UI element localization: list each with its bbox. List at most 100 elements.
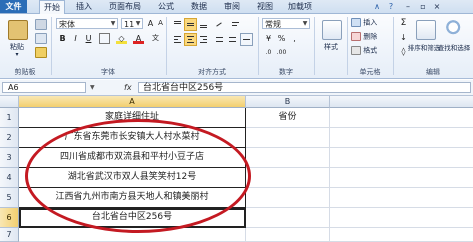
clipboard-icon: [8, 20, 28, 40]
cell-empty[interactable]: [330, 148, 473, 168]
name-box[interactable]: A6: [2, 82, 86, 93]
decrease-decimal-icon[interactable]: .00: [276, 47, 287, 58]
paste-dropdown-icon[interactable]: ▾: [4, 51, 30, 58]
cell-a4[interactable]: 湖北省武汉市双人县笑笑村12号: [19, 168, 246, 188]
increase-indent-icon[interactable]: [226, 33, 239, 46]
column-header-a[interactable]: A: [19, 96, 246, 108]
borders-icon[interactable]: [99, 33, 110, 44]
cell-a1[interactable]: 家庭详细住址: [19, 108, 246, 128]
align-middle-icon[interactable]: [184, 18, 197, 31]
chevron-down-icon: ▼: [135, 20, 141, 27]
underline-icon[interactable]: U: [83, 33, 94, 44]
chevron-down-icon: ▼: [110, 20, 116, 27]
ribbon-collapse-icon[interactable]: ∧: [372, 0, 382, 13]
row-header[interactable]: 4: [0, 168, 19, 188]
row-header[interactable]: 1: [0, 108, 19, 128]
row-header[interactable]: 5: [0, 188, 19, 208]
tab-review[interactable]: 审阅: [221, 0, 243, 13]
font-size-value: 11: [124, 20, 135, 29]
number-format-combo[interactable]: 常规 ▼: [262, 18, 310, 29]
tab-view[interactable]: 视图: [254, 0, 276, 13]
cell-b1[interactable]: 省份: [246, 108, 330, 128]
column-header-empty: [330, 96, 473, 108]
fill-color-icon[interactable]: ◇: [116, 33, 127, 44]
cell-b4[interactable]: [246, 168, 330, 188]
copy-icon[interactable]: [35, 33, 47, 44]
merge-center-icon[interactable]: [240, 33, 253, 46]
cell-empty[interactable]: [330, 108, 473, 128]
cell-empty[interactable]: [330, 228, 473, 242]
styles-icon: [322, 20, 342, 40]
tab-page-layout[interactable]: 页面布局: [105, 0, 145, 13]
minimize-icon[interactable]: –: [403, 0, 413, 13]
close-icon[interactable]: ×: [432, 0, 442, 13]
percent-icon[interactable]: %: [276, 33, 287, 44]
row-header[interactable]: 3: [0, 148, 19, 168]
cell-b7[interactable]: [246, 228, 330, 242]
align-right-icon[interactable]: [197, 33, 210, 46]
align-bottom-icon[interactable]: [197, 18, 210, 31]
row-header-selected[interactable]: 6: [0, 208, 19, 228]
cell-b2[interactable]: [246, 128, 330, 148]
group-divider: [314, 17, 315, 75]
sort-filter-button[interactable]: 排序和筛选: [408, 18, 440, 64]
format-cells-icon: [351, 46, 361, 55]
format-painter-icon[interactable]: [35, 47, 47, 58]
name-box-dropdown-icon[interactable]: ▼: [90, 81, 95, 94]
cell-empty[interactable]: [330, 188, 473, 208]
cell-b6[interactable]: [246, 208, 330, 228]
row-header[interactable]: 7: [0, 228, 19, 242]
sort-filter-icon: [416, 20, 436, 40]
cell-b3[interactable]: [246, 148, 330, 168]
cell-a6-selected[interactable]: 台北省台中区256号: [19, 208, 246, 228]
find-select-button[interactable]: 查找和选择: [438, 18, 472, 64]
font-size-combo[interactable]: 11 ▼: [121, 18, 143, 29]
restore-icon[interactable]: ▫: [418, 0, 428, 13]
tab-add-ins[interactable]: 加载项: [285, 0, 315, 13]
cell-a7[interactable]: [19, 228, 246, 242]
cell-a3[interactable]: 四川省成都市双流县和平村小豆子店: [19, 148, 246, 168]
orientation-icon[interactable]: [213, 18, 226, 31]
comma-style-icon[interactable]: ,: [289, 33, 300, 44]
find-icon: [446, 20, 464, 38]
cell-empty[interactable]: [330, 128, 473, 148]
ribbon-tab-bar: 文件 开始 插入 页面布局 公式 数据 审阅 视图 加载项 ∧ ? – ▫ ×: [0, 0, 473, 14]
styles-button[interactable]: 样式: [318, 18, 344, 64]
tab-data[interactable]: 数据: [188, 0, 210, 13]
font-name-value: 宋体: [59, 20, 75, 29]
formula-bar: A6 ▼ fx 台北省台中区256号: [0, 80, 473, 96]
shrink-font-icon[interactable]: A: [155, 18, 166, 29]
formula-input[interactable]: 台北省台中区256号: [138, 82, 471, 93]
help-icon[interactable]: ?: [385, 0, 397, 13]
tab-file[interactable]: 文件: [0, 0, 27, 13]
row-header[interactable]: 2: [0, 128, 19, 148]
cell-empty[interactable]: [330, 208, 473, 228]
phonetic-icon[interactable]: 文: [150, 33, 161, 44]
align-top-icon[interactable]: [171, 18, 184, 31]
delete-cells-button[interactable]: 删除: [351, 32, 377, 42]
cell-a5[interactable]: 江西省九州市南方县天地人和镇美丽村: [19, 188, 246, 208]
align-left-icon[interactable]: [171, 33, 184, 46]
cell-b5[interactable]: [246, 188, 330, 208]
tab-home[interactable]: 开始: [39, 0, 65, 14]
insert-function-icon[interactable]: fx: [124, 81, 132, 94]
italic-icon[interactable]: I: [70, 33, 81, 44]
select-all-corner[interactable]: [0, 96, 19, 108]
cell-a2[interactable]: 广东省东莞市长安镇大人村水菜村: [19, 128, 246, 148]
font-color-icon[interactable]: A: [133, 33, 144, 44]
decrease-indent-icon[interactable]: [213, 33, 226, 46]
cut-icon[interactable]: [35, 19, 47, 30]
tab-insert[interactable]: 插入: [73, 0, 95, 13]
increase-decimal-icon[interactable]: .0: [263, 47, 274, 58]
format-cells-button[interactable]: 格式: [351, 46, 377, 56]
tab-formulas[interactable]: 公式: [155, 0, 177, 13]
column-header-b[interactable]: B: [246, 96, 330, 108]
cell-empty[interactable]: [330, 168, 473, 188]
font-name-combo[interactable]: 宋体 ▼: [56, 18, 118, 29]
wrap-text-icon[interactable]: [229, 18, 242, 31]
align-center-icon[interactable]: [184, 33, 197, 46]
paste-button[interactable]: 粘贴 ▾: [4, 18, 30, 58]
currency-icon[interactable]: ¥: [263, 33, 274, 44]
insert-cells-button[interactable]: 插入: [351, 18, 377, 28]
bold-icon[interactable]: B: [57, 33, 68, 44]
